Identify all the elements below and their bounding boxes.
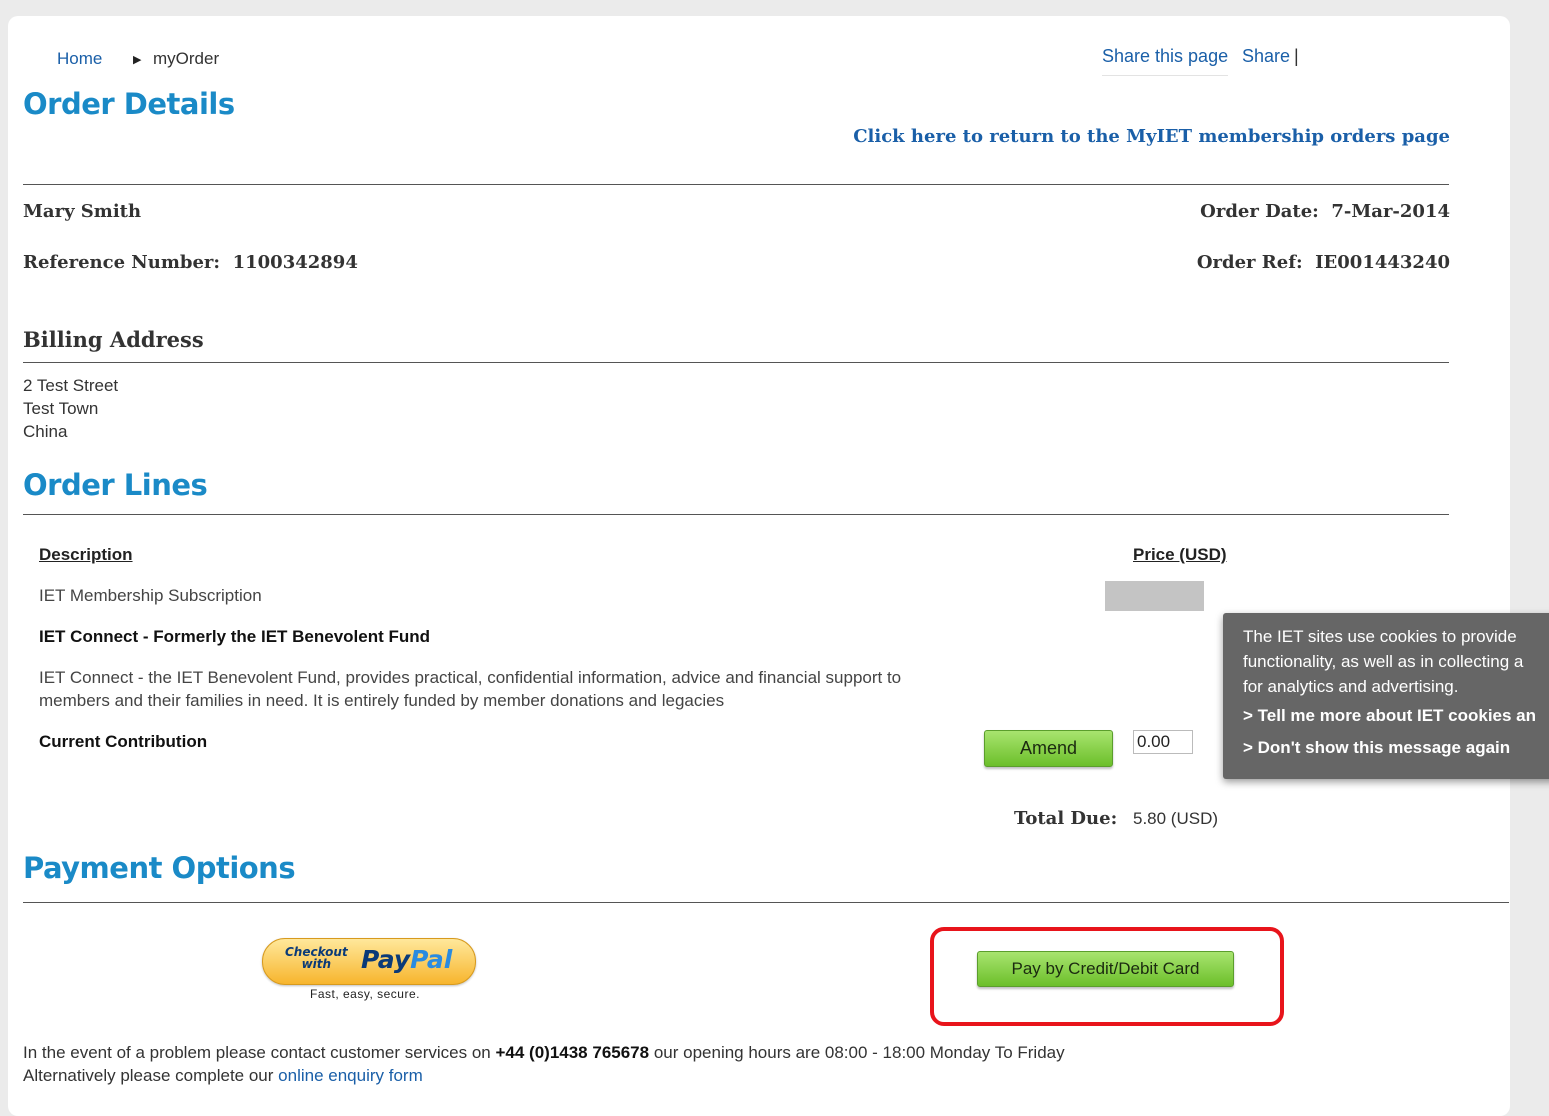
divider xyxy=(23,514,1449,515)
cookie-dismiss-link[interactable]: > Don't show this message again xyxy=(1243,738,1510,758)
item-subscription: IET Membership Subscription xyxy=(39,586,262,605)
paypal-checkout-button[interactable]: Checkout with PayPal xyxy=(262,938,476,985)
order-date: Order Date: 7-Mar-2014 xyxy=(1200,201,1450,222)
total-due-label: Total Due: xyxy=(1014,808,1118,829)
reference-number: Reference Number: 1100342894 xyxy=(23,252,358,273)
cookie-notice-line: for analytics and advertising. xyxy=(1243,677,1459,696)
breadcrumb-arrow-icon: ▶ xyxy=(133,54,142,66)
breadcrumb-current: myOrder xyxy=(153,49,220,68)
share-button[interactable]: Share xyxy=(1242,46,1290,67)
current-contribution-label: Current Contribution xyxy=(39,732,208,751)
divider xyxy=(23,362,1449,363)
order-ref-label: Order Ref: xyxy=(1196,252,1303,273)
return-to-orders-link[interactable]: Click here to return to the MyIET member… xyxy=(853,126,1450,147)
order-lines-title: Order Lines xyxy=(23,468,208,502)
cookie-notice-text: The IET sites use cookies to provide fun… xyxy=(1243,624,1523,699)
item-connect-title: IET Connect - Formerly the IET Benevolen… xyxy=(39,627,431,646)
payment-options-title: Payment Options xyxy=(23,851,296,885)
order-date-label: Order Date: xyxy=(1200,201,1319,222)
paypal-tagline: Fast, easy, secure. xyxy=(310,987,420,1001)
cookie-more-info-link[interactable]: > Tell me more about IET cookies an xyxy=(1243,706,1536,726)
footer-hours: our opening hours are 08:00 - 18:00 Mond… xyxy=(653,1043,1065,1062)
order-ref-value: IE001443240 xyxy=(1315,252,1450,273)
cookie-notice-line: functionality, as well as in collecting … xyxy=(1243,652,1524,671)
item-connect-description: IET Connect - the IET Benevolent Fund, p… xyxy=(39,668,902,710)
share-separator: | xyxy=(1294,46,1299,66)
order-ref: Order Ref: IE001443240 xyxy=(1197,252,1450,273)
billing-address-line: 2 Test Street xyxy=(23,376,119,395)
divider xyxy=(23,184,1449,185)
footer-enquiry-text: Alternatively please complete our xyxy=(23,1066,274,1085)
page-card xyxy=(8,16,1510,1116)
paypal-checkout-text: Checkout with xyxy=(285,946,348,970)
billing-address-line: Test Town xyxy=(23,399,99,418)
billing-address-line: China xyxy=(23,422,68,441)
price-column-header: Price (USD) xyxy=(1133,545,1227,564)
amend-button[interactable]: Amend xyxy=(984,730,1113,767)
price-placeholder xyxy=(1105,581,1204,611)
total-due-value: 5.80 (USD) xyxy=(1133,809,1219,828)
reference-number-value: 1100342894 xyxy=(232,252,358,273)
paypal-logo-pal: Pal xyxy=(410,945,453,974)
pay-by-card-button[interactable]: Pay by Credit/Debit Card xyxy=(977,951,1234,987)
online-enquiry-form-link[interactable]: online enquiry form xyxy=(278,1066,423,1085)
cookie-notice-line: The IET sites use cookies to provide xyxy=(1243,627,1517,646)
footer-phone: +44 (0)1438 765678 xyxy=(495,1043,650,1062)
page-title: Order Details xyxy=(23,87,235,121)
contribution-input[interactable] xyxy=(1133,730,1193,754)
breadcrumb-home-link[interactable]: Home xyxy=(57,49,102,69)
order-date-value: 7-Mar-2014 xyxy=(1331,201,1450,222)
divider xyxy=(23,902,1509,903)
footer-contact-line: In the event of a problem please contact… xyxy=(23,1043,1065,1063)
paypal-logo-pay: Pay xyxy=(361,945,411,974)
share-this-page-link[interactable]: Share this page xyxy=(1102,46,1229,76)
billing-address-title: Billing Address xyxy=(23,327,204,352)
cookie-notice: The IET sites use cookies to provide fun… xyxy=(1223,613,1549,779)
description-column-header: Description xyxy=(39,545,133,564)
customer-name: Mary Smith xyxy=(23,201,142,222)
paypal-with-word: with xyxy=(301,957,332,971)
footer-contact-text: In the event of a problem please contact… xyxy=(23,1043,491,1062)
paypal-logo: PayPal xyxy=(361,945,452,974)
reference-number-label: Reference Number: xyxy=(23,252,221,273)
footer-enquiry-line: Alternatively please complete our online… xyxy=(23,1066,423,1086)
